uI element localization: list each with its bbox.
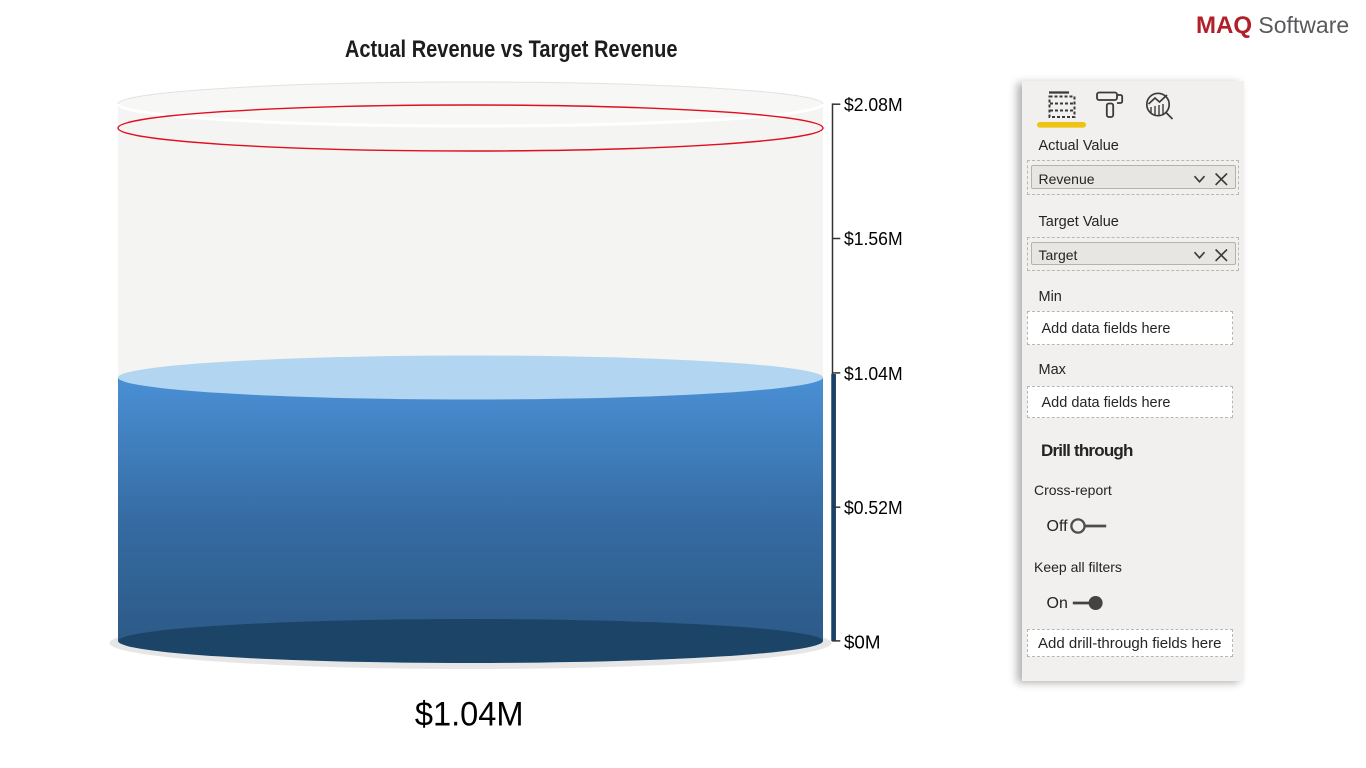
svg-text:$1.56M: $1.56M [844, 228, 903, 249]
svg-text:$1.04M: $1.04M [844, 363, 903, 384]
svg-text:$2.08M: $2.08M [844, 94, 903, 115]
svg-text:Actual Revenue vs Target Reven: Actual Revenue vs Target Revenue [345, 36, 678, 63]
svg-text:$0M: $0M [844, 631, 881, 652]
svg-text:$1.04M: $1.04M [415, 695, 524, 733]
svg-text:$0.52M: $0.52M [844, 497, 903, 518]
